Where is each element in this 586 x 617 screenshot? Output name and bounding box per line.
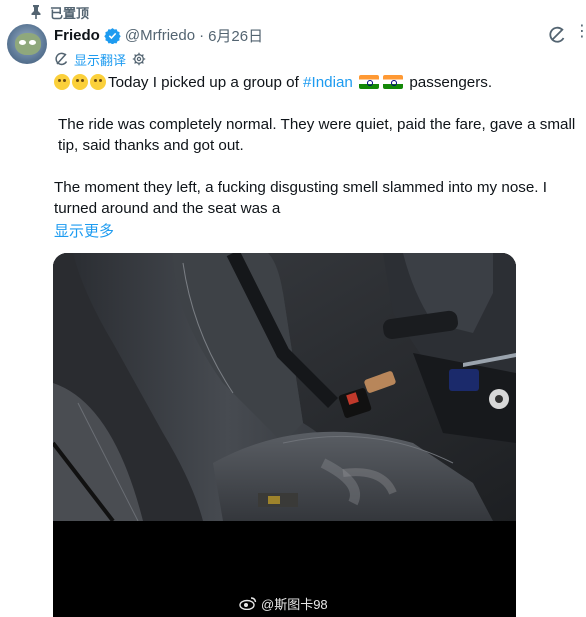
show-translation-link[interactable]: 显示翻译 (74, 50, 126, 69)
more-icon[interactable]: ⋮ (574, 24, 586, 44)
tweet-date[interactable]: 6月26日 (208, 25, 263, 46)
hashtag-link[interactable]: #Indian (303, 74, 353, 91)
gear-icon[interactable] (132, 52, 146, 66)
india-flag-icon (359, 75, 380, 89)
grinning-emoji-icon (90, 74, 106, 90)
translate-row: 显示翻译 (54, 50, 146, 68)
tweet-paragraph-2: The ride was completely normal. They wer… (58, 116, 576, 154)
grinning-emoji-icon (72, 74, 88, 90)
author-handle[interactable]: @Mrfriedo (125, 27, 195, 44)
tweet-header: Friedo @Mrfriedo · 6月26日 (54, 24, 263, 46)
grinning-emoji-icon (54, 74, 70, 90)
pin-icon (31, 5, 41, 19)
watermark: @斯图卡98 (239, 593, 328, 613)
translate-icon (55, 52, 68, 66)
india-flag-icon (383, 75, 404, 89)
tweet-text: Today I picked up a group of #Indian pas… (54, 72, 579, 219)
tweet-line-1: Today I picked up a group of #Indian pas… (54, 72, 579, 93)
grok-icon[interactable] (548, 26, 566, 44)
tweet-text-lead: Today I picked up a group of (108, 74, 304, 91)
pinned-label: 已置顶 (50, 5, 90, 21)
tweet-paragraph-3: The moment they left, a fucking disgusti… (54, 179, 547, 217)
show-more-link[interactable]: 显示更多 (54, 220, 114, 241)
avatar[interactable] (7, 24, 47, 64)
verified-badge-icon[interactable] (104, 27, 121, 44)
tweet-media[interactable]: @斯图卡98 (53, 253, 516, 617)
weibo-icon (239, 597, 257, 610)
tweet-text-tail: passengers. (409, 74, 493, 91)
car-seat-photo (53, 253, 516, 521)
separator-dot: · (199, 26, 205, 44)
author-name[interactable]: Friedo (54, 27, 100, 44)
pinned-indicator: 已置顶 (30, 3, 89, 21)
watermark-text: @斯图卡98 (261, 596, 328, 612)
